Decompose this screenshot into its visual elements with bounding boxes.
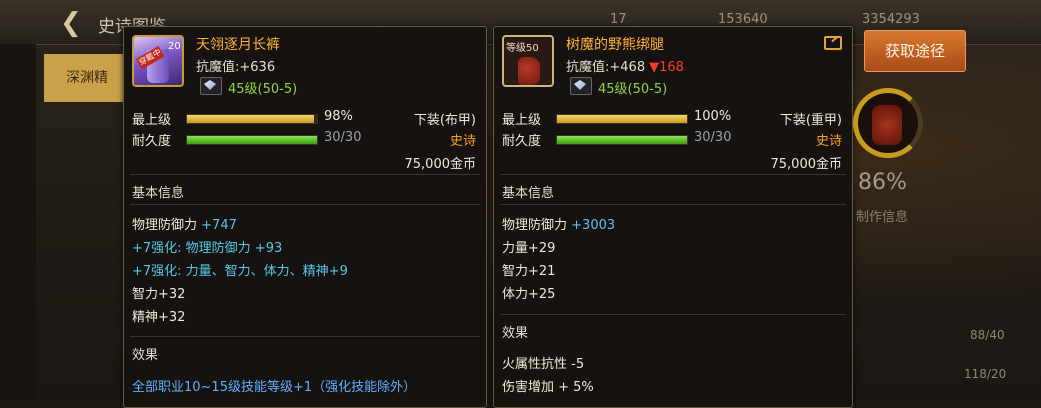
durability-value: 30/30 xyxy=(324,130,362,145)
price: 75,000金币 xyxy=(770,157,843,172)
divider xyxy=(130,174,480,175)
stat-enhance-2: +7强化: 力量、智力、体力、精神+9 xyxy=(132,264,348,279)
back-arrow-icon[interactable]: ❮ xyxy=(60,8,82,38)
left-panel xyxy=(0,44,36,400)
stat-spirit: 精神+32 xyxy=(132,310,186,325)
bg-count-2: 118/20 xyxy=(964,367,1007,381)
anti-magic: 抗魔值:+636 xyxy=(196,60,276,75)
greaves-icon xyxy=(872,105,902,145)
effect-title: 效果 xyxy=(502,326,529,341)
bg-percent: 86% xyxy=(858,170,907,195)
resource-1: 17 xyxy=(610,12,627,27)
divider xyxy=(500,314,846,315)
basic-info-title: 基本信息 xyxy=(502,186,555,201)
stat-int: 智力+32 xyxy=(132,287,186,302)
stat-vit: 体力+25 xyxy=(502,287,556,302)
rarity: 史诗 xyxy=(449,134,476,149)
slot-type: 下装(布甲) xyxy=(413,113,476,128)
get-source-button[interactable]: 获取途径 xyxy=(864,30,966,72)
diamond-icon xyxy=(204,80,216,90)
item-name: 天翎逐月长裤 xyxy=(196,37,280,53)
level-range: 45级(50-5) xyxy=(598,82,668,97)
durability-label: 耐久度 xyxy=(502,134,542,149)
divider xyxy=(130,336,480,337)
top-level-bar xyxy=(556,114,688,124)
progress-ring xyxy=(853,88,923,158)
top-level-pct: 98% xyxy=(324,109,353,124)
durability-value: 30/30 xyxy=(694,130,732,145)
resource-2: 153640 xyxy=(718,12,768,27)
resource-3: 3354293 xyxy=(862,12,920,27)
divider xyxy=(500,204,846,205)
divider xyxy=(500,174,846,175)
stat-int: 智力+21 xyxy=(502,264,556,279)
durability-bar xyxy=(556,135,688,145)
stat-str: 力量+29 xyxy=(502,241,556,256)
top-level-pct: 100% xyxy=(694,109,732,124)
stat-phys-def: 物理防御力 +3003 xyxy=(502,218,616,233)
effect-title: 效果 xyxy=(132,348,159,363)
item-icon: 20 穿戴中 xyxy=(132,35,184,87)
top-level-bar xyxy=(186,114,318,124)
top-level-label: 最上级 xyxy=(132,113,172,128)
item-name: 树魔的野熊绑腿 xyxy=(566,37,664,53)
item-icon: 等级50 xyxy=(502,35,554,87)
stat-phys-def: 物理防御力 +747 xyxy=(132,218,237,233)
durability-bar xyxy=(186,135,318,145)
effect-line: 火属性抗性 -5 xyxy=(502,357,585,372)
bg-count-1: 88/40 xyxy=(970,328,1005,342)
diamond-icon xyxy=(574,80,586,90)
share-icon[interactable] xyxy=(824,36,842,50)
greaves-icon xyxy=(518,57,540,85)
divider xyxy=(130,204,480,205)
item-level: 等级50 xyxy=(506,43,539,54)
price: 75,000金币 xyxy=(404,157,477,172)
top-level-label: 最上级 xyxy=(502,113,542,128)
effect-text: 全部职业10~15级技能等级+1（强化技能除外） xyxy=(132,380,417,395)
make-info-label[interactable]: 制作信息 xyxy=(856,206,908,225)
effect-line: 伤害增加 + 5% xyxy=(502,380,594,395)
category-tab[interactable]: 深渊精 xyxy=(44,54,126,102)
item-card-compare: 等级50 树魔的野熊绑腿 抗魔值:+468 ▼168 45级(50-5) 最上级 … xyxy=(493,26,853,408)
stat-enhance-1: +7强化: 物理防御力 +93 xyxy=(132,241,283,256)
icon-number: 20 xyxy=(168,41,181,52)
level-range: 45级(50-5) xyxy=(228,82,298,97)
rarity: 史诗 xyxy=(815,134,842,149)
gem-slot xyxy=(570,77,592,95)
gem-slot xyxy=(200,77,222,95)
durability-label: 耐久度 xyxy=(132,134,172,149)
item-card-equipped: 20 穿戴中 天翎逐月长裤 抗魔值:+636 45级(50-5) 最上级 98%… xyxy=(123,26,487,408)
anti-magic: 抗魔值:+468 ▼168 xyxy=(566,60,684,75)
basic-info-title: 基本信息 xyxy=(132,186,185,201)
slot-type: 下装(重甲) xyxy=(779,113,842,128)
